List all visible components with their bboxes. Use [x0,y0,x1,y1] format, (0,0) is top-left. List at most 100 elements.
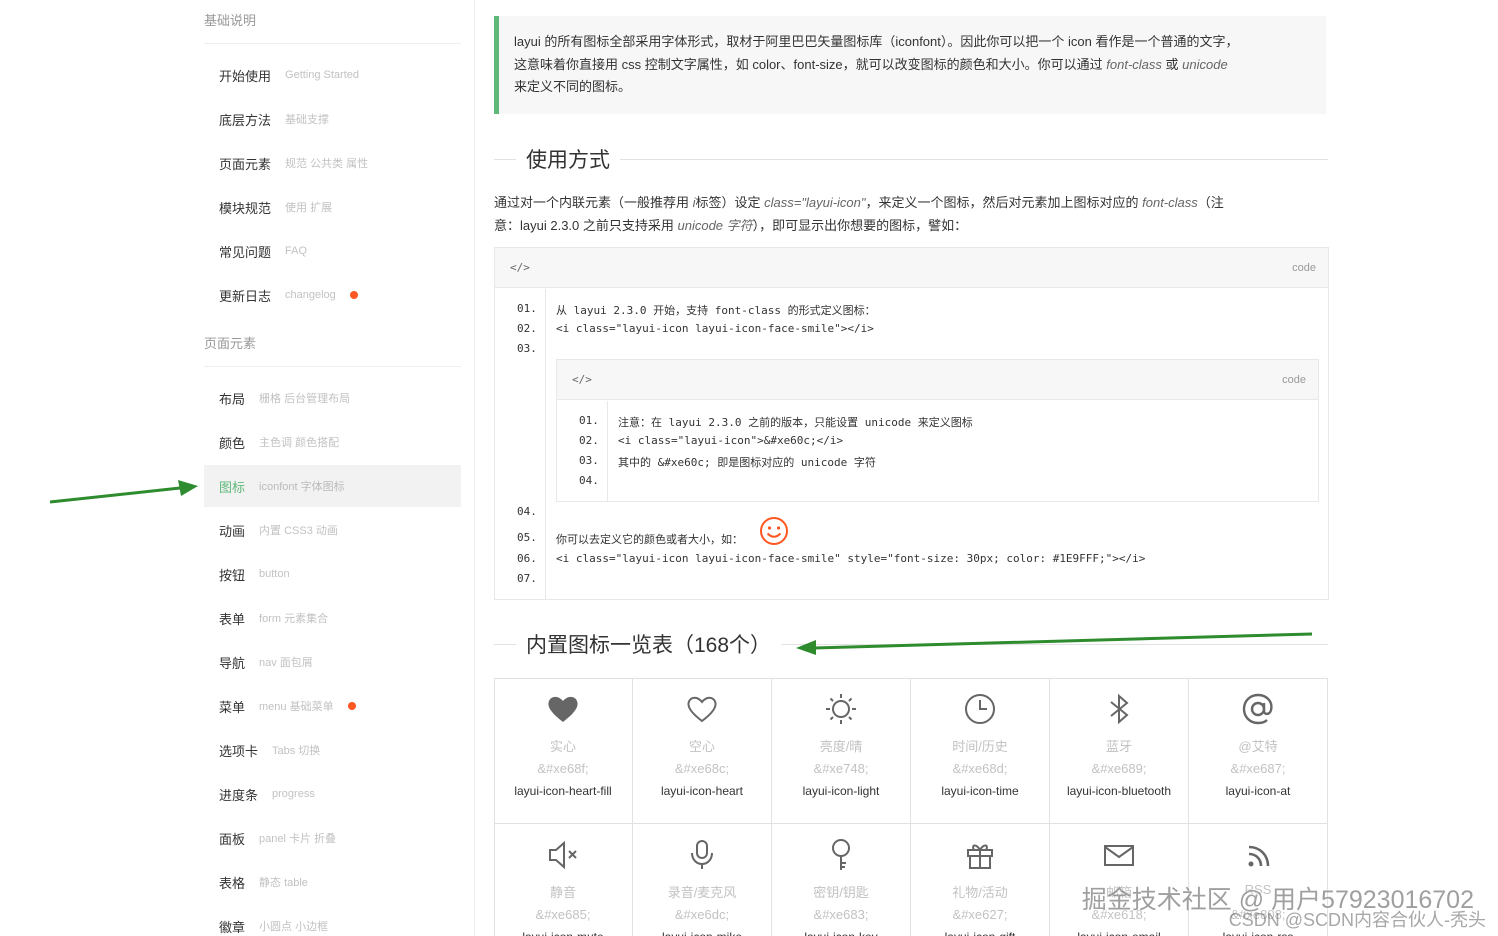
sidebar-item-icon[interactable]: 图标 iconfont 字体图标 [204,465,461,507]
icon-name: 静音 [549,885,576,900]
desc-line: 意：layui 2.3.0 之前只支持采用 unicode 字符），即可显示出你… [494,214,1328,237]
sidebar-item-page-elements[interactable]: 页面元素 规范 公共类 属性 [204,142,461,184]
nested-code-block: </> code 01. 02. 03. 04. 注意：在 layui 2.3.… [556,359,1319,502]
icon-name: 时间/历史 [952,739,1008,754]
title-line [494,643,516,645]
desc-em: unicode 字符 [677,218,753,233]
icon-cell[interactable]: 录音/麦克风 &#xe6dc; layui-icon-mike [633,824,772,936]
notice-line: 来定义不同的图标。 [514,79,632,94]
sidebar-item-sub: FAQ [285,245,308,257]
key-icon [832,839,850,870]
sidebar-item-tabs[interactable]: 选项卡 Tabs 切换 [204,729,461,771]
sidebar-item-panel[interactable]: 面板 panel 卡片 折叠 [204,817,461,859]
icon-cell[interactable]: 空心 &#xe68c; layui-icon-heart [633,678,772,824]
sidebar-item-changelog[interactable]: 更新日志 changelog [204,274,461,316]
sidebar-item-sub: changelog [285,289,336,301]
icon-cell[interactable]: 密钥/钥匙 &#xe683; layui-icon-key [772,824,911,936]
code-label: code [1282,373,1306,386]
gift-icon [967,844,993,869]
sidebar-item-label: 面板 [219,831,246,847]
icon-name: @艾特 [1238,739,1278,754]
icon-cell[interactable]: 蓝牙 &#xe689; layui-icon-bluetooth [1050,678,1189,824]
microphone-icon [691,840,713,869]
sidebar-divider [204,366,461,367]
code-line: 注意：在 layui 2.3.0 之前的版本，只能设置 unicode 来定义图… [618,416,973,429]
notice-text: 或 [1161,56,1183,72]
sidebar-item-base-methods[interactable]: 底层方法 基础支撑 [204,98,461,140]
sidebar-item-label: 开始使用 [219,68,272,84]
icon-name: 亮度/晴 [819,739,863,754]
sidebar-item-table[interactable]: 表格 静态 table [204,861,461,903]
icon-cell[interactable]: 静音 &#xe685; layui-icon-mute [494,824,633,936]
sidebar-item-label: 布局 [219,391,246,407]
sidebar-divider [204,43,461,44]
code-tag-icon: </> [510,261,530,274]
code-block-header: </> code [495,248,1328,288]
line-number: 02. [579,434,599,447]
sidebar-item-color[interactable]: 颜色 主色调 颜色搭配 [204,421,461,463]
section-title-text: 内置图标一览表（168个） [526,634,772,657]
notice-block: layui 的所有图标全部采用字体形式，取材于阿里巴巴矢量图标库（iconfon… [494,16,1326,114]
icon-class: layui-icon-heart [660,784,744,798]
icon-cell[interactable]: 亮度/晴 &#xe748; layui-icon-light [772,678,911,824]
sidebar-item-module-spec[interactable]: 模块规范 使用 扩展 [204,186,461,228]
icon-class: layui-icon-gift [911,930,1049,936]
code-line: 其中的 &#xe60c; 即是图标对应的 unicode 字符 [618,456,876,469]
icon-cell[interactable]: @艾特 &#xe687; layui-icon-at [1189,678,1328,824]
icon-unicode: &#xe683; [813,907,869,922]
code-tag-icon: </> [572,373,592,386]
desc-em: font-class [1142,195,1198,210]
sidebar-item-label: 菜单 [219,699,246,715]
sidebar-item-button[interactable]: 按钮 button [204,553,461,595]
sidebar-item-getting-started[interactable]: 开始使用 Getting Started [204,54,461,96]
line-number: 01. [517,302,537,315]
notice-em: font-class [1106,56,1162,72]
desc-text: 标签）设定 [695,195,765,210]
new-badge-dot [347,702,356,710]
sidebar-item-label: 模块规范 [219,200,272,216]
section-title-text: 使用方式 [526,149,610,172]
sidebar-item-badge[interactable]: 徽章 小圆点 小边框 [204,905,461,936]
sidebar-item-form[interactable]: 表单 form 元素集合 [204,597,461,639]
sidebar-item-faq[interactable]: 常见问题 FAQ [204,230,461,272]
sidebar-item-sub: 基础支撑 [285,114,330,126]
line-number: 07. [517,572,537,585]
sidebar-item-label: 页面元素 [219,156,272,172]
sidebar-item-sub: menu 基础菜单 [259,701,334,713]
line-number: 01. [579,414,599,427]
watermark: CSDN @SCDN内容合伙人-秃头 [1228,910,1486,930]
line-number: 05. [517,531,537,544]
sidebar-item-sub: nav 面包屑 [259,657,313,669]
sidebar-item-nav[interactable]: 导航 nav 面包屑 [204,641,461,683]
sidebar-item-sub: 使用 扩展 [285,202,333,214]
sidebar-item-progress[interactable]: 进度条 progress [204,773,461,815]
line-number: 04. [517,505,537,518]
icon-cell[interactable]: 时间/历史 &#xe68d; layui-icon-time [911,678,1050,824]
icon-unicode: &#xe685; [535,907,591,922]
sidebar-item-label: 进度条 [219,787,259,803]
icon-class: layui-icon-email [1050,930,1188,936]
icon-class: layui-icon-key [772,930,910,936]
desc-text: 意：layui 2.3.0 之前只支持采用 [494,218,678,233]
sidebar-item-label: 选项卡 [219,743,259,759]
sidebar-item-layout[interactable]: 布局 栅格 后台管理布局 [204,377,461,419]
line-number: 06. [517,552,537,565]
icon-cell[interactable]: 礼物/活动 &#xe627; layui-icon-gift [911,824,1050,936]
icon-unicode: &#xe68f; [537,761,589,776]
icon-cell[interactable]: 实心 &#xe68f; layui-icon-heart-fill [494,678,633,824]
icon-unicode: &#xe6dc; [674,907,730,922]
email-icon [1104,845,1134,866]
icon-class: layui-icon-mike [633,930,771,936]
sidebar-item-menu[interactable]: 菜单 menu 基础菜单 [204,685,461,727]
code-line: <i class="layui-icon layui-icon-face-smi… [556,322,874,335]
sidebar-item-sub: progress [272,788,315,800]
mute-icon [549,840,577,870]
desc-line: 通过对一个内联元素（一般推荐用 i标签）设定 class="layui-icon… [494,191,1328,214]
sidebar-item-sub: 小圆点 小边框 [259,921,329,933]
sidebar-item-label: 表格 [219,875,246,891]
code-block-header: </> code [557,360,1318,400]
icon-class: layui-icon-bluetooth [1066,784,1172,798]
desc-text: 通过对一个内联元素（一般推荐用 [494,195,693,210]
sidebar-item-animation[interactable]: 动画 内置 CSS3 动画 [204,509,461,551]
at-icon [1242,693,1273,725]
